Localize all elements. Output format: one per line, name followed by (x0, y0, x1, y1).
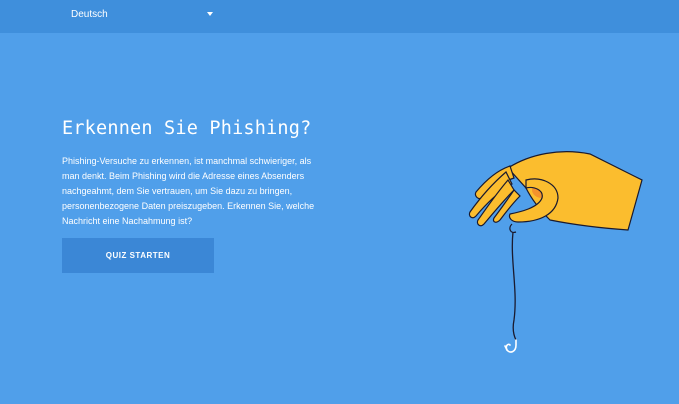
start-quiz-button[interactable]: QUIZ STARTEN (62, 238, 214, 273)
fishing-line (511, 231, 517, 341)
fishing-hook (505, 339, 517, 353)
caret-down-icon (207, 12, 213, 16)
top-bar: Deutsch (0, 0, 679, 33)
intro-text: Phishing-Versuche zu erkennen, ist manch… (62, 156, 315, 226)
language-select[interactable]: Deutsch (61, 3, 219, 25)
hand-with-fishing-hook-icon (468, 151, 643, 353)
language-select-value: Deutsch (71, 8, 108, 20)
page-title: Erkennen Sie Phishing? (62, 118, 312, 139)
